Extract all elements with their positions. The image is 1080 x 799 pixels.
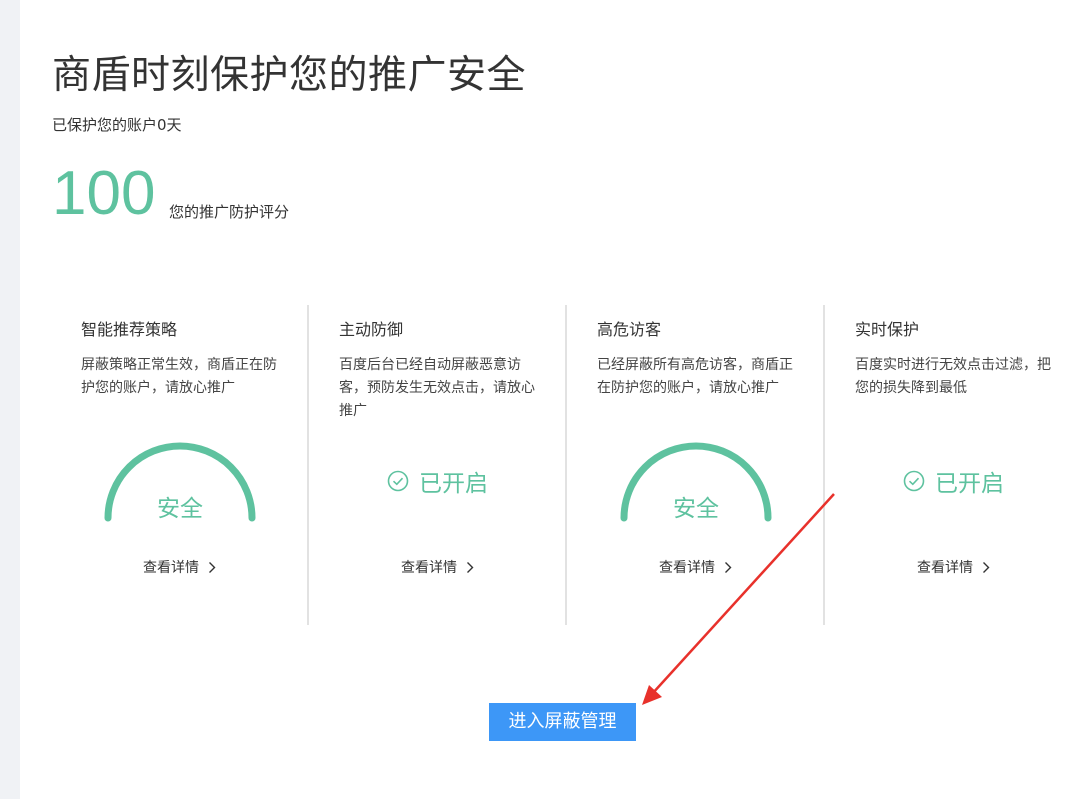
gauge-status-label: 安全 <box>157 496 203 522</box>
view-details-link[interactable]: 查看详情 <box>401 557 474 577</box>
enabled-status-label: 已开启 <box>935 471 1004 497</box>
enabled-status-label: 已开启 <box>419 471 488 497</box>
view-details-label: 查看详情 <box>659 560 715 576</box>
view-details-link[interactable]: 查看详情 <box>143 557 216 577</box>
card-realtime-protection: 实时保护 百度实时进行无效点击过滤，把您的损失降到最低 已开启 查看详情 <box>855 305 1077 625</box>
card-high-risk-visitors: 高危访客 已经屏蔽所有高危访客，商盾正在防护您的账户，请放心推广 安全 查看详情 <box>597 305 835 625</box>
chevron-right-icon <box>467 561 474 573</box>
check-circle-icon <box>903 470 925 492</box>
protection-score-value: 100 <box>52 159 156 228</box>
chevron-right-icon <box>983 561 990 573</box>
check-circle-icon <box>387 470 409 492</box>
card-divider <box>823 305 825 625</box>
card-title: 智能推荐策略 <box>81 320 178 339</box>
card-divider <box>565 305 567 625</box>
chevron-right-icon <box>209 561 216 573</box>
view-details-link[interactable]: 查看详情 <box>917 557 990 577</box>
protected-days-text: 已保护您的账户0天 <box>52 116 182 134</box>
enabled-status: 已开启 <box>903 465 1004 497</box>
view-details-link[interactable]: 查看详情 <box>659 557 732 577</box>
card-title: 高危访客 <box>597 320 662 339</box>
view-details-label: 查看详情 <box>401 560 457 576</box>
enter-block-management-button[interactable]: 进入屏蔽管理 <box>489 703 636 741</box>
protection-score-label: 您的推广防护评分 <box>169 203 290 221</box>
view-details-label: 查看详情 <box>917 560 973 576</box>
chevron-right-icon <box>725 561 732 573</box>
card-description: 百度后台已经自动屏蔽恶意访客，预防发生无效点击，请放心推广 <box>339 357 535 419</box>
card-description: 屏蔽策略正常生效，商盾正在防护您的账户，请放心推广 <box>81 357 277 396</box>
card-active-defense: 主动防御 百度后台已经自动屏蔽恶意访客，预防发生无效点击，请放心推广 已开启 查… <box>339 305 577 625</box>
card-title: 主动防御 <box>339 320 404 339</box>
card-title: 实时保护 <box>855 320 920 339</box>
page-title: 商盾时刻保护您的推广安全 <box>52 53 527 98</box>
card-description: 百度实时进行无效点击过滤，把您的损失降到最低 <box>855 357 1051 396</box>
enabled-status: 已开启 <box>387 465 488 497</box>
card-divider <box>307 305 309 625</box>
view-details-label: 查看详情 <box>143 560 199 576</box>
card-smart-strategy: 智能推荐策略 屏蔽策略正常生效，商盾正在防护您的账户，请放心推广 安全 查看详情 <box>81 305 319 625</box>
gauge-status-label: 安全 <box>673 496 719 522</box>
card-description: 已经屏蔽所有高危访客，商盾正在防护您的账户，请放心推广 <box>597 357 793 396</box>
